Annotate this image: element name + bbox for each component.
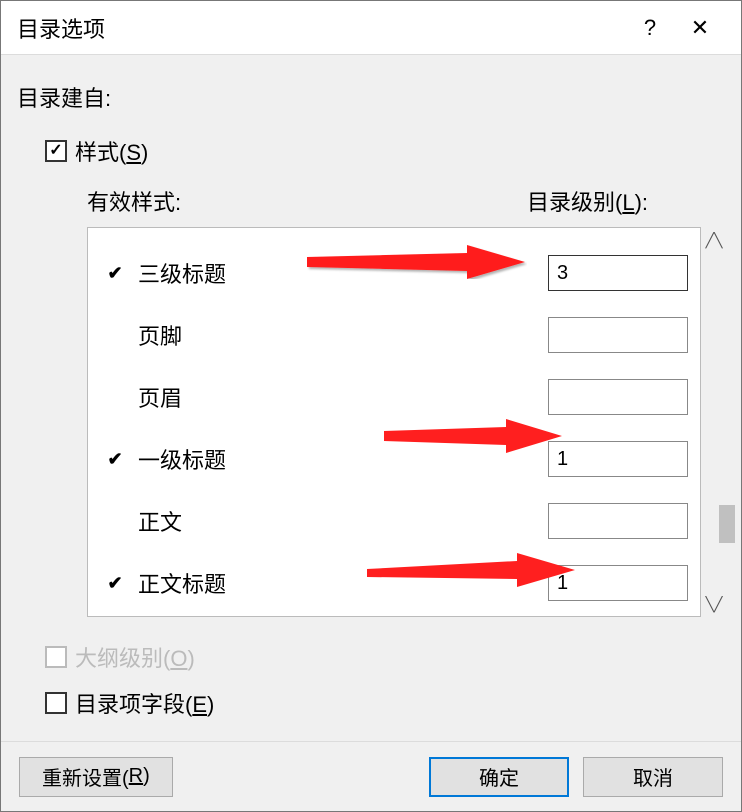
fields-checkbox-label: 目录项字段(E) bbox=[75, 687, 214, 719]
styles-checkbox[interactable] bbox=[45, 140, 67, 162]
effective-styles-header: 有效样式: bbox=[87, 185, 427, 217]
toc-level-input[interactable] bbox=[548, 503, 688, 539]
style-row: ✔ 一级标题 bbox=[100, 428, 688, 490]
dialog-title: 目录选项 bbox=[17, 12, 625, 44]
style-row: 页眉 bbox=[100, 366, 688, 428]
outline-checkbox-label: 大纲级别(O) bbox=[75, 641, 195, 673]
check-icon: ✔ bbox=[100, 449, 130, 470]
source-label: 目录建自: bbox=[17, 81, 725, 113]
reset-button[interactable]: 重新设置(R) bbox=[19, 757, 173, 797]
style-row: 正文 bbox=[100, 490, 688, 552]
style-row: ✔ 三级标题 bbox=[100, 242, 688, 304]
style-name: 一级标题 bbox=[130, 443, 548, 475]
dialog-footer: 重新设置(R) 确定 取消 bbox=[1, 741, 741, 811]
styles-container: ✔ 三级标题 页脚 页眉 ✔ 一级标题 正文 bbox=[87, 227, 727, 617]
style-name: 正文标题 bbox=[130, 567, 548, 599]
dialog-content: 目录建自: 样式(S) 有效样式: 目录级别(L): ✔ 三级标题 页脚 bbox=[1, 55, 741, 749]
titlebar: 目录选项 ? ✕ bbox=[1, 1, 741, 55]
toc-level-input[interactable] bbox=[548, 565, 688, 601]
style-name: 页脚 bbox=[130, 319, 548, 351]
toc-level-input[interactable] bbox=[548, 255, 688, 291]
ok-button[interactable]: 确定 bbox=[429, 757, 569, 797]
styles-listbox: ✔ 三级标题 页脚 页眉 ✔ 一级标题 正文 bbox=[87, 227, 701, 617]
style-name: 页眉 bbox=[130, 381, 548, 413]
check-icon: ✔ bbox=[100, 573, 130, 594]
fields-checkbox-row[interactable]: 目录项字段(E) bbox=[45, 687, 725, 719]
fields-checkbox[interactable] bbox=[45, 692, 67, 714]
check-icon: ✔ bbox=[100, 263, 130, 284]
toc-level-input[interactable] bbox=[548, 379, 688, 415]
styles-checkbox-row[interactable]: 样式(S) bbox=[45, 135, 725, 167]
outline-checkbox-row: 大纲级别(O) bbox=[45, 641, 725, 673]
scroll-down-icon[interactable]: ╲╱ bbox=[701, 591, 727, 617]
help-button[interactable]: ? bbox=[625, 1, 675, 55]
cancel-button[interactable]: 取消 bbox=[583, 757, 723, 797]
scroll-thumb[interactable] bbox=[719, 505, 735, 543]
style-name: 三级标题 bbox=[130, 257, 548, 289]
toc-level-input[interactable] bbox=[548, 317, 688, 353]
scroll-up-icon[interactable]: ╱╲ bbox=[701, 227, 727, 253]
toc-level-input[interactable] bbox=[548, 441, 688, 477]
outline-checkbox bbox=[45, 646, 67, 668]
styles-checkbox-label: 样式(S) bbox=[75, 135, 148, 167]
style-row: ✔ 正文标题 bbox=[100, 552, 688, 614]
close-button[interactable]: ✕ bbox=[675, 1, 725, 55]
style-row: 页脚 bbox=[100, 304, 688, 366]
toc-level-header: 目录级别(L): bbox=[527, 185, 648, 217]
scrollbar[interactable]: ╱╲ ╲╱ bbox=[701, 227, 727, 617]
options-block: 大纲级别(O) 目录项字段(E) bbox=[45, 641, 725, 719]
column-headers: 有效样式: 目录级别(L): bbox=[87, 185, 725, 217]
style-name: 正文 bbox=[130, 505, 548, 537]
